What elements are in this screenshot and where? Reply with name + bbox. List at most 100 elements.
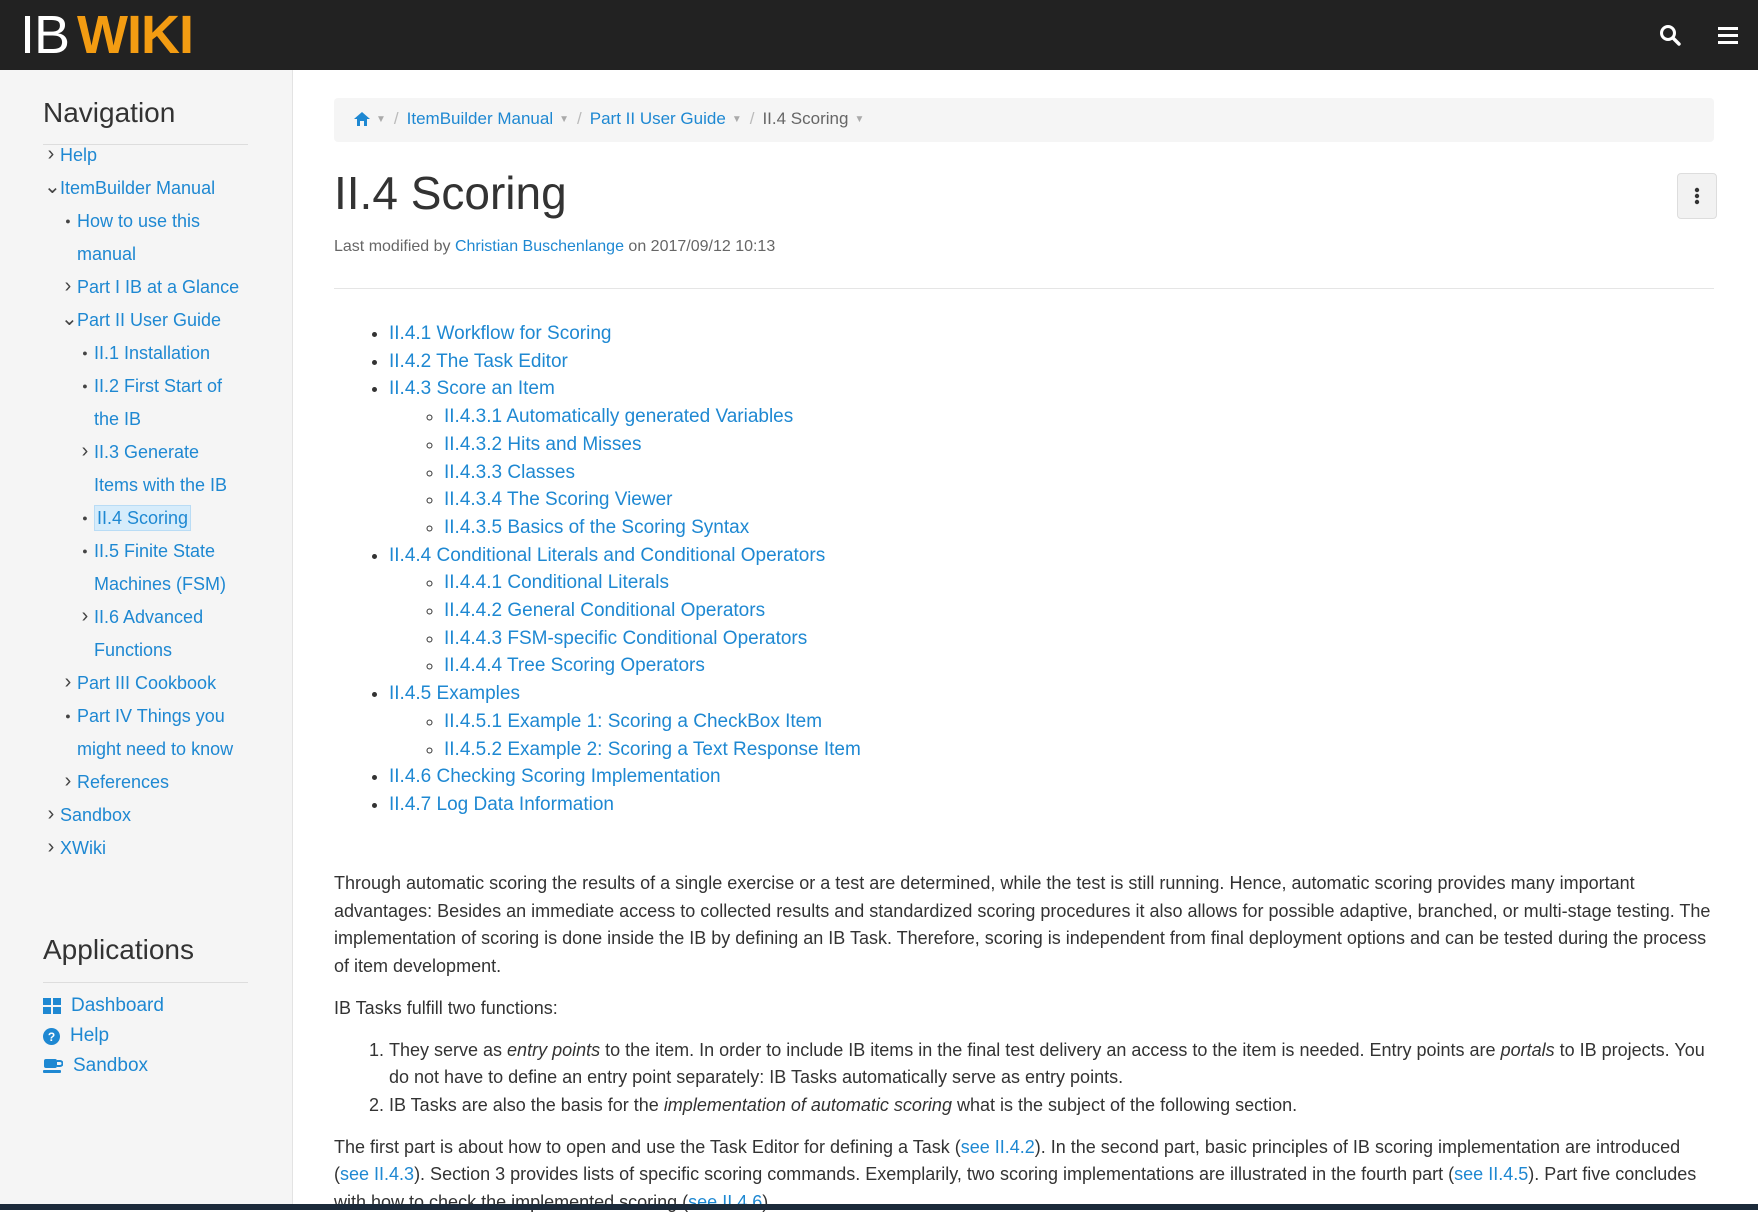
sidebar-tree-item[interactable]: › II.6 Advanced Functions: [82, 601, 203, 667]
toc-item: II.4.3.1 Automatically generated Variabl…: [444, 403, 861, 431]
divider: [334, 288, 1714, 289]
hamburger-menu-icon[interactable]: [1713, 20, 1743, 50]
breadcrumb-item-part-ii[interactable]: Part II User Guide: [590, 109, 726, 129]
toc-item: II.4.5.1 Example 1: Scoring a CheckBox I…: [444, 708, 861, 736]
sidebar-tree-item[interactable]: › Help: [48, 139, 98, 172]
chevron-right-icon[interactable]: ›: [61, 270, 75, 303]
sidebar-tree-item[interactable]: ● II.4 Scoring: [82, 502, 192, 535]
home-icon[interactable]: [354, 112, 370, 126]
sidebar-tree-item[interactable]: › References: [65, 766, 169, 799]
sidebar-tree-item[interactable]: ● Part IV Things you might need to know: [65, 700, 233, 766]
chevron-right-icon[interactable]: ›: [78, 435, 92, 468]
app-sandbox[interactable]: Sandbox: [43, 1055, 148, 1077]
sidebar-item-label: Part III Cookbook: [77, 673, 217, 693]
caret-down-icon[interactable]: ▼: [854, 114, 864, 125]
toc-link[interactable]: II.4.4.2 General Conditional Operators: [444, 600, 765, 621]
toc-link[interactable]: II.4.3.1 Automatically generated Variabl…: [444, 406, 793, 427]
breadcrumb-item-itembuilder-manual[interactable]: ItemBuilder Manual: [407, 109, 553, 129]
page-actions-button[interactable]: [1677, 173, 1717, 219]
toc-link[interactable]: II.4.5.1 Example 1: Scoring a CheckBox I…: [444, 711, 822, 732]
bullet-icon: ●: [65, 216, 71, 226]
caret-down-icon[interactable]: ▼: [732, 114, 742, 125]
toc-list: II.4.1 Workflow for Scoring II.4.2 The Ta…: [334, 320, 861, 819]
search-icon[interactable]: [1655, 20, 1685, 50]
chevron-right-icon[interactable]: ›: [44, 798, 58, 831]
chevron-right-icon[interactable]: ›: [78, 600, 92, 633]
app-help[interactable]: ? Help: [43, 1025, 109, 1047]
sidebar-tree-item[interactable]: › II.3 Generate Items with the IB: [82, 436, 227, 502]
toc-link[interactable]: II.4.5 Examples: [389, 683, 520, 704]
link-see-ii-4-2[interactable]: see II.4.2: [961, 1137, 1035, 1157]
toc-item: II.4.4.4 Tree Scoring Operators: [444, 652, 861, 680]
bullet-icon: ●: [65, 711, 71, 721]
breadcrumb: ▼ / ItemBuilder Manual ▼ / Part II User …: [334, 98, 1714, 142]
sidebar-item-label: II.3 Generate: [94, 442, 200, 462]
link-see-ii-4-3[interactable]: see II.4.3: [340, 1164, 414, 1184]
toc-link[interactable]: II.4.1 Workflow for Scoring: [389, 323, 611, 344]
toc-link[interactable]: II.4.5.2 Example 2: Scoring a Text Respo…: [444, 739, 861, 760]
sidebar-tree-item[interactable]: ● II.2 First Start of the IB: [82, 370, 222, 436]
app-label: Dashboard: [71, 995, 164, 1016]
bullet-icon: ●: [82, 348, 88, 358]
sidebar-tree-item[interactable]: › XWiki: [48, 832, 106, 865]
toc-link[interactable]: II.4.3.4 The Scoring Viewer: [444, 489, 672, 510]
toc-link[interactable]: II.4.3.5 Basics of the Scoring Syntax: [444, 517, 749, 538]
toc-link[interactable]: II.4.7 Log Data Information: [389, 794, 614, 815]
divider: [43, 982, 248, 983]
toc-link[interactable]: II.4.4 Conditional Literals and Conditio…: [389, 545, 825, 566]
sidebar-item-label: XWiki: [60, 838, 106, 858]
breadcrumb-separator: /: [393, 109, 399, 128]
toc-item: II.4.4 Conditional Literals and Conditio…: [389, 542, 861, 681]
table-of-contents: II.4.1 Workflow for Scoring II.4.2 The Ta…: [334, 320, 861, 819]
toc-link[interactable]: II.4.4.1 Conditional Literals: [444, 572, 669, 593]
sidebar-tree-item[interactable]: ● II.5 Finite State Machines (FSM): [82, 535, 227, 601]
author-link[interactable]: Christian Buschenlange: [455, 238, 624, 255]
sidebar-item-label: Part I IB at a Glance: [77, 277, 240, 297]
chevron-right-icon[interactable]: ›: [61, 765, 75, 798]
toc-item: II.4.2 The Task Editor: [389, 348, 861, 376]
caret-down-icon[interactable]: ▼: [559, 114, 569, 125]
toc-item: II.4.6 Checking Scoring Implementation: [389, 763, 861, 791]
list-item: IB Tasks are also the basis for the impl…: [389, 1092, 1714, 1120]
sidebar-tree-item[interactable]: › Part III Cookbook: [65, 667, 217, 700]
app-dashboard[interactable]: Dashboard: [43, 995, 164, 1017]
chevron-right-icon[interactable]: ›: [61, 666, 75, 699]
sidebar-tree-item[interactable]: ● How to use this manual: [65, 205, 201, 271]
vertical-ellipsis-icon: [1694, 187, 1700, 205]
toc-item: II.4.5.2 Example 2: Scoring a Text Respo…: [444, 736, 861, 764]
toc-link[interactable]: II.4.4.4 Tree Scoring Operators: [444, 655, 705, 676]
link-see-ii-4-5[interactable]: see II.4.5: [1454, 1164, 1528, 1184]
site-logo[interactable]: IB WIKI: [20, 6, 194, 64]
sidebar-item-label: Functions: [94, 640, 173, 660]
sidebar: Navigation › Help ⌄ ItemBuilder Manual ● How …: [0, 70, 293, 1210]
sidebar-tree-item[interactable]: › Part I IB at a Glance: [65, 271, 240, 304]
toc-link[interactable]: II.4.6 Checking Scoring Implementation: [389, 766, 721, 787]
chevron-right-icon[interactable]: ›: [44, 831, 58, 864]
sidebar-item-label: Part II User Guide: [77, 310, 222, 330]
sidebar-item-label: How to use this: [77, 211, 201, 231]
toc-link[interactable]: II.4.3 Score an Item: [389, 378, 555, 399]
chevron-right-icon[interactable]: ›: [44, 138, 58, 171]
bullet-icon: ●: [82, 381, 88, 391]
sidebar-tree-item[interactable]: › Sandbox: [48, 799, 131, 832]
caret-down-icon[interactable]: ▼: [376, 114, 386, 125]
app-label: Help: [70, 1025, 110, 1046]
toc-link[interactable]: II.4.2 The Task Editor: [389, 351, 568, 372]
app-label: Sandbox: [73, 1055, 149, 1076]
toc-item: II.4.4.1 Conditional Literals: [444, 569, 861, 597]
toc-item: II.4.3.4 The Scoring Viewer: [444, 486, 861, 514]
sidebar-item-label: Machines (FSM): [94, 574, 227, 594]
chevron-down-icon[interactable]: ⌄: [61, 303, 78, 336]
sidebar-tree-item[interactable]: ⌄ ItemBuilder Manual: [44, 172, 215, 205]
sidebar-tree-item[interactable]: ⌄ Part II User Guide: [61, 304, 222, 337]
sidebar-item-label: Help: [60, 145, 98, 165]
sidebar-tree-item[interactable]: ● II.1 Installation: [82, 337, 210, 370]
toc-link[interactable]: II.4.3.2 Hits and Misses: [444, 434, 641, 455]
toc-sublist: II.4.4.1 Conditional Literals II.4.4.2 Ge…: [389, 569, 861, 680]
page-title: II.4 Scoring: [334, 167, 567, 219]
modified-date: on 2017/09/12 10:13: [628, 238, 776, 255]
paragraph: Through automatic scoring the results of…: [334, 873, 1711, 977]
toc-link[interactable]: II.4.3.3 Classes: [444, 462, 575, 483]
toc-link[interactable]: II.4.4.3 FSM-specific Conditional Operat…: [444, 628, 807, 649]
chevron-down-icon[interactable]: ⌄: [44, 171, 61, 204]
